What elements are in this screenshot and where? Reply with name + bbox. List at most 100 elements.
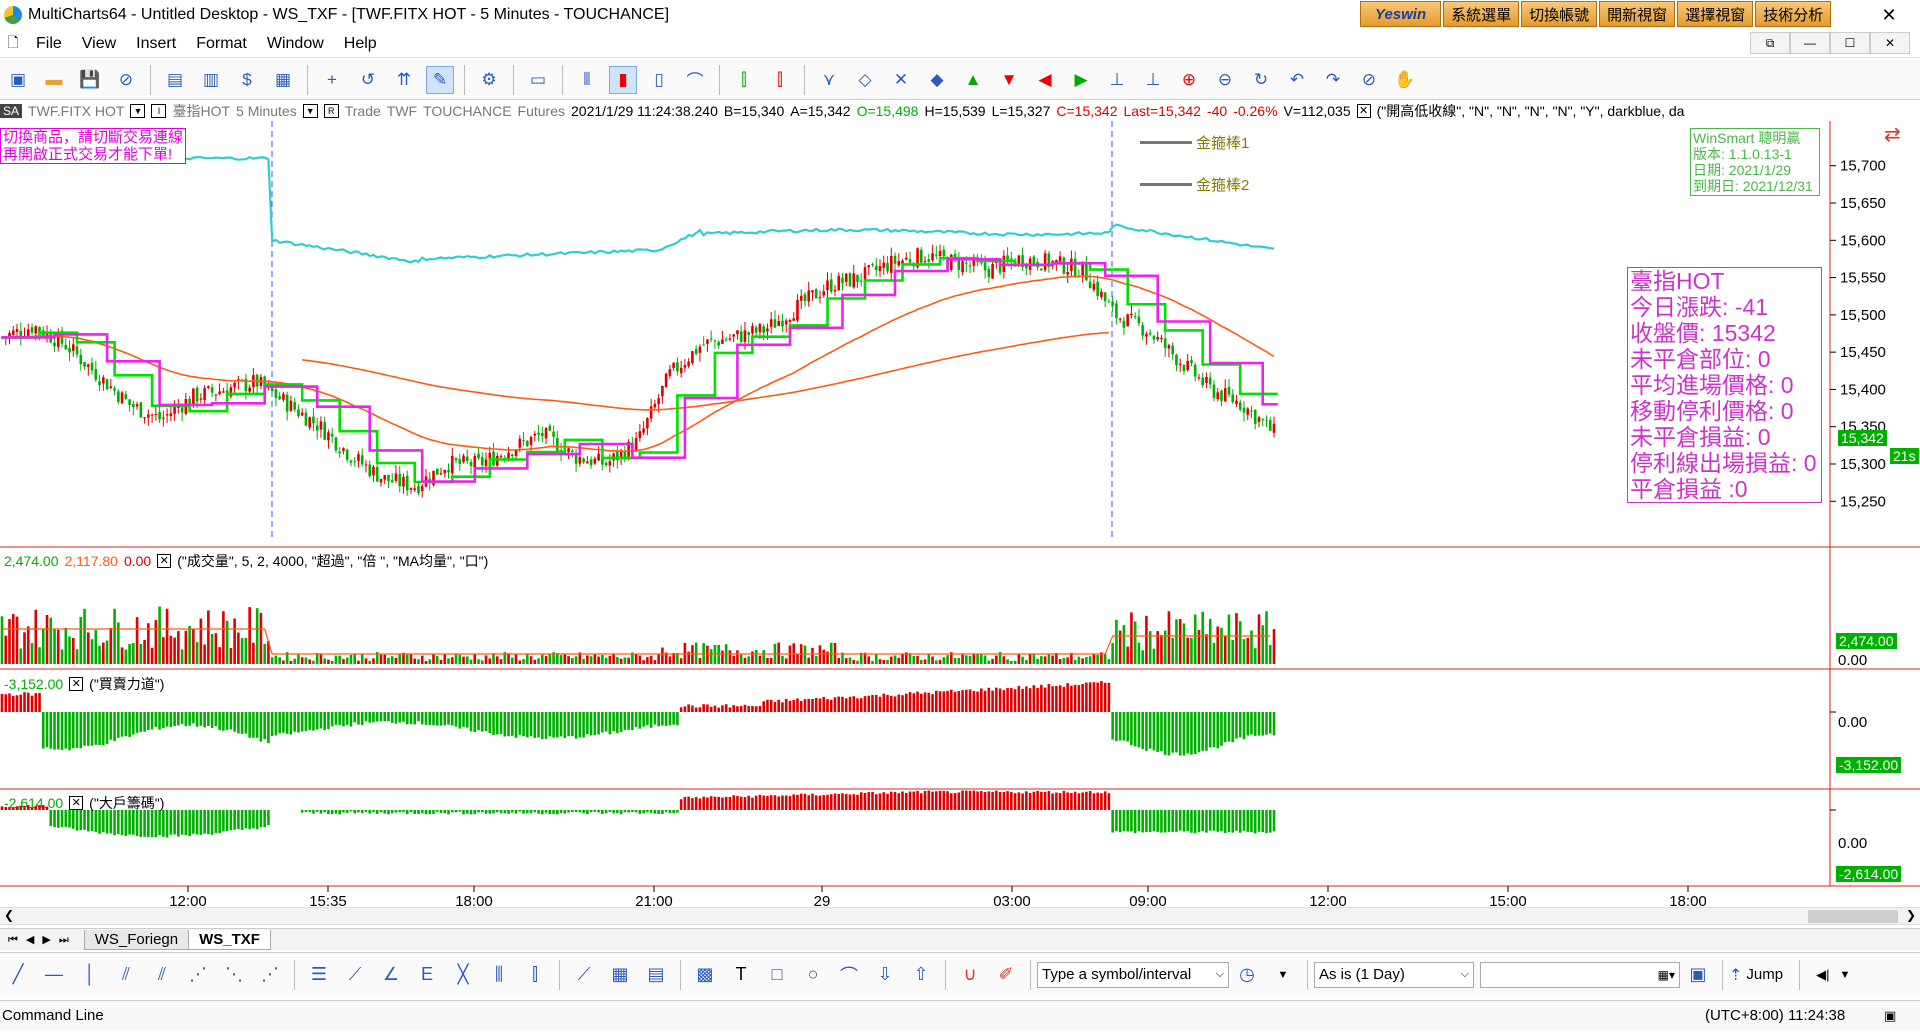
yeswin-system-menu-button[interactable]: 系統選單	[1443, 1, 1520, 27]
speed-resistance-icon[interactable]: ⫿	[521, 961, 549, 989]
jump-button[interactable]: Jump	[1746, 966, 1783, 983]
fib-retracement-icon[interactable]: ☰	[305, 961, 333, 989]
yeswin-switch-account-button[interactable]: 切換帳號	[1521, 1, 1598, 27]
symbol-interval-input[interactable]: Type a symbol/interval ⌵	[1037, 961, 1229, 988]
calendar-icon[interactable]: ▦▾	[1658, 968, 1675, 982]
hide-icon[interactable]: ⊘	[1355, 66, 1383, 94]
line-chart-icon[interactable]: ⌒	[681, 66, 709, 94]
jump-icon[interactable]: ⇡	[1729, 965, 1742, 985]
trendline-icon[interactable]: ╱	[4, 961, 32, 989]
fan-icon[interactable]: ⋰	[184, 961, 212, 989]
mdi-close-button[interactable]: ✕	[1870, 32, 1910, 54]
menu-insert[interactable]: Insert	[126, 35, 186, 53]
remove-bigplayer-study-icon[interactable]: ✕	[69, 796, 84, 810]
rectangle-icon[interactable]: □	[763, 961, 791, 989]
text-icon[interactable]: T	[727, 961, 755, 989]
vertical-zoom-icon[interactable]: ◆	[923, 66, 951, 94]
cross-icon[interactable]: ✕	[887, 66, 915, 94]
zoom-out-bars-icon[interactable]: ⋎	[815, 66, 843, 94]
parallel-lines-icon[interactable]: ⫽	[112, 961, 140, 989]
mdi-restore-icon[interactable]: ⧉	[1750, 32, 1790, 54]
arc-icon[interactable]: ⌒	[835, 961, 863, 989]
arrow-up-draw-icon[interactable]: ⇧	[907, 961, 935, 989]
symbol-dropdown-icon[interactable]: ▼	[130, 104, 146, 118]
save-icon[interactable]: 💾	[76, 66, 104, 94]
ohlc-red-icon[interactable]: ⫿	[766, 66, 794, 94]
grid-icon[interactable]: ▦	[606, 961, 634, 989]
redo-icon[interactable]: ↷	[1319, 66, 1347, 94]
gann-fan-icon[interactable]: ⋰	[256, 961, 284, 989]
fib-arc-icon[interactable]: ∠	[377, 961, 405, 989]
chevron-down-icon[interactable]: ⌵	[1216, 968, 1224, 981]
clock-icon[interactable]: ◷	[1233, 961, 1261, 989]
menu-window[interactable]: Window	[257, 35, 334, 53]
indicator-toggle-icon[interactable]: I	[151, 104, 167, 118]
clock-dropdown-icon[interactable]: ▼	[1269, 961, 1297, 989]
calendar-reset-icon[interactable]: ▣	[1684, 961, 1712, 989]
insert-signal-icon[interactable]: ⇈	[390, 66, 418, 94]
insert-drawing-icon[interactable]: ↺	[354, 66, 382, 94]
yeswin-new-window-button[interactable]: 開新視窗	[1599, 1, 1676, 27]
bar-chart-icon[interactable]: ⫴	[573, 66, 601, 94]
eraser-icon[interactable]: ✐	[992, 961, 1020, 989]
scroll-right-icon[interactable]: ❯	[1906, 908, 1916, 922]
yeswin-select-window-button[interactable]: 選擇視窗	[1677, 1, 1754, 27]
remove-volume-study-icon[interactable]: ✕	[157, 554, 172, 568]
menu-help[interactable]: Help	[334, 35, 387, 53]
remove-study-icon[interactable]: ✕	[1356, 104, 1371, 118]
disconnect-icon[interactable]: ⊘	[112, 66, 140, 94]
edit-tool-icon[interactable]: ✎	[426, 65, 454, 94]
horizontal-scrollbar[interactable]: ❮ ❯	[0, 907, 1920, 925]
fib-extension-icon[interactable]: E	[413, 961, 441, 989]
calculator-icon[interactable]: ▩	[691, 961, 719, 989]
format-window-icon[interactable]: ▭	[524, 66, 552, 94]
regression-icon[interactable]: ⟋	[570, 961, 598, 989]
sa-badge[interactable]: SA	[0, 104, 23, 118]
menu-file[interactable]: File	[26, 35, 72, 53]
scroll-left-icon[interactable]: ❮	[4, 908, 14, 922]
ohlc-green-icon[interactable]: ⫿	[730, 66, 758, 94]
channel-icon[interactable]: ⫽	[148, 961, 176, 989]
arrow-down-draw-icon[interactable]: ⇩	[871, 961, 899, 989]
date-input[interactable]: ▦▾	[1480, 961, 1680, 988]
zoom-in-icon[interactable]: ⊕	[1175, 66, 1203, 94]
pitchfork-icon[interactable]: ⋱	[220, 961, 248, 989]
r-toggle[interactable]: R	[323, 104, 339, 118]
remove-buysell-study-icon[interactable]: ✕	[69, 677, 84, 691]
command-line-label[interactable]: Command Line	[0, 1007, 104, 1024]
zoom-out-icon[interactable]: ⊖	[1211, 66, 1239, 94]
tab-nav-arrows-icon[interactable]: ⏮◀▶⏭	[0, 933, 85, 947]
hand-pan-icon[interactable]: ✋	[1391, 66, 1419, 94]
horizontal-line-icon[interactable]: —	[40, 961, 68, 989]
report-icon[interactable]: ▥	[197, 66, 225, 94]
anchor2-icon[interactable]: ⊥	[1139, 66, 1167, 94]
chevron-down-icon[interactable]: ⌵	[1461, 968, 1469, 981]
open-folder-icon[interactable]: ▬	[40, 66, 68, 94]
magnet-icon[interactable]: ∪	[956, 961, 984, 989]
back-icon[interactable]: ◀|	[1816, 967, 1829, 983]
tab-ws-foriegn[interactable]: WS_Foriegn	[83, 929, 190, 950]
zoom-in-bars-icon[interactable]: ◇	[851, 66, 879, 94]
menu-format[interactable]: Format	[186, 35, 257, 53]
more-dropdown-icon[interactable]: ▼	[1839, 969, 1850, 981]
fib-time-zone-icon[interactable]: ╳	[449, 961, 477, 989]
status-chat-icon[interactable]: ▣	[1884, 1008, 1896, 1024]
refresh-icon[interactable]: ↻	[1247, 66, 1275, 94]
undo-icon[interactable]: ↶	[1283, 66, 1311, 94]
scroll-thumb[interactable]	[1808, 910, 1898, 923]
note-icon[interactable]: ▤	[642, 961, 670, 989]
resolution-select[interactable]: As is (1 Day) ⌵	[1314, 961, 1474, 988]
page-icon[interactable]: ▤	[161, 66, 189, 94]
close-window-button[interactable]: ✕	[1866, 0, 1912, 30]
mdi-maximize-button[interactable]: ☐	[1830, 32, 1870, 54]
new-chart-icon[interactable]: ▣	[4, 66, 32, 94]
yeswin-technical-analysis-button[interactable]: 技術分析	[1755, 1, 1832, 27]
hollow-candle-icon[interactable]: ▯	[645, 66, 673, 94]
interval-dropdown-icon[interactable]: ▼	[302, 104, 318, 118]
candlestick-icon[interactable]: ▮	[609, 65, 637, 94]
arrow-right-icon[interactable]: ▶	[1067, 66, 1095, 94]
arrow-down-icon[interactable]: ▼	[995, 66, 1023, 94]
chart-area[interactable]: 15,700 15,650 15,600 15,550 15,500 15,450 15,4…	[0, 121, 1920, 907]
menu-view[interactable]: View	[72, 35, 126, 53]
vertical-line-icon[interactable]: │	[76, 961, 104, 989]
